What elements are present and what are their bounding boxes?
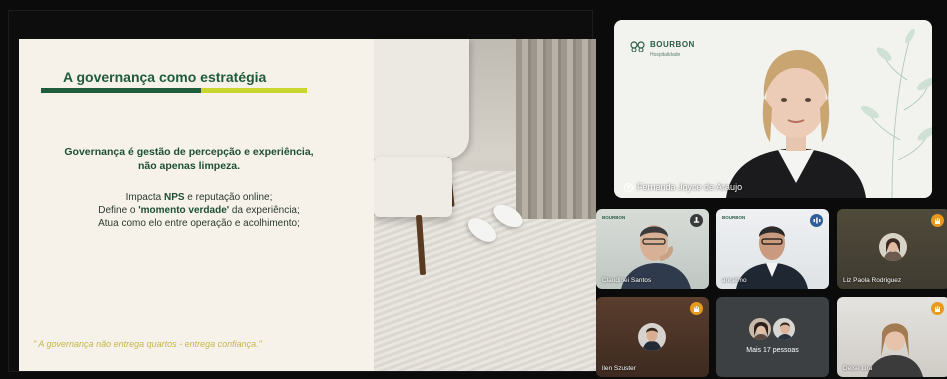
participant-name: llen Szuster [602, 365, 636, 372]
point1-prefix: Impacta [125, 192, 164, 203]
tile-audio-badge[interactable] [810, 214, 823, 227]
slide-text-panel: A governança como estratégia Governança … [19, 39, 374, 371]
tile-hand-badge[interactable] [931, 302, 944, 315]
slide-heading-line1: Governança é gestão de percepção e exper… [64, 146, 314, 158]
point2-prefix: Define o [98, 205, 139, 216]
participant-name: Claudinei Santos [602, 277, 652, 284]
participant-avatar [879, 233, 907, 261]
presentation-slide: A governança como estratégia Governança … [19, 39, 596, 371]
participant-avatar [772, 317, 796, 341]
slide-photo [374, 39, 596, 371]
slide-quote: " A governança não entrega quartos - ent… [33, 339, 262, 349]
participant-name: Liz Paola Rodriguez [843, 277, 902, 284]
pin-icon [693, 217, 700, 223]
slide-bullet-points: Impacta NPS e reputação online; Define o… [39, 191, 359, 230]
slide-point-1: Impacta NPS e reputação online; [39, 191, 359, 204]
point2-suffix: da experiência; [229, 205, 300, 216]
raised-hand-icon [935, 305, 940, 312]
photo-curtain [516, 39, 596, 219]
slide-heading: Governança é gestão de percepção e exper… [39, 145, 339, 173]
slide-point-2: Define o 'momento verdade' da experiênci… [39, 204, 359, 217]
audio-icon [813, 217, 820, 224]
brand-logo: BOURBON Hospitalidade [630, 34, 695, 58]
participant-video-avatar [867, 323, 923, 377]
screen-share-area: A governança como estratégia Governança … [8, 10, 596, 372]
participant-tile-liz[interactable]: Liz Paola Rodriguez [837, 209, 947, 289]
photo-armchair [374, 39, 469, 159]
participant-tile-deise[interactable]: Deise Lira [837, 297, 947, 377]
raised-hand-icon [694, 305, 699, 312]
more-participants-label: Mais 17 pessoas [746, 347, 799, 354]
underline-lime [200, 88, 307, 93]
participant-tile-llen[interactable]: llen Szuster [596, 297, 709, 377]
point1-suffix: e reputação online; [184, 192, 273, 203]
speaker-video-avatar [726, 50, 866, 198]
slide-point-3: Atua como elo entre operação e acolhimen… [98, 218, 300, 229]
raised-hand-icon [935, 217, 940, 224]
speaker-name-label: Fernanda Joyce de Araujo [624, 182, 742, 192]
tile-hand-badge[interactable] [690, 302, 703, 315]
participant-tile-claudinei[interactable]: BOURBON Claudinei Santos [596, 209, 709, 289]
photo-ottoman [374, 157, 452, 217]
avatar-photo [883, 238, 903, 261]
tile-pin-badge[interactable] [690, 214, 703, 227]
slide-heading-line2: não apenas limpeza. [137, 160, 241, 172]
participant-avatar [638, 323, 666, 351]
brand-name: BOURBON [650, 40, 695, 49]
avatar-photo [752, 322, 770, 340]
participant-name: Deise Lira [843, 365, 873, 372]
brand-subtitle: Hospitalidade [650, 52, 681, 58]
title-underline [41, 88, 307, 93]
point2-bold: 'momento verdade' [138, 205, 230, 216]
participant-name: ancelmo [722, 277, 747, 284]
more-participants-tile[interactable]: Mais 17 pessoas [716, 297, 829, 377]
tile-hand-badge[interactable] [931, 214, 944, 227]
active-speaker-tile[interactable]: BOURBON Hospitalidade Fernanda Joyce de … [614, 20, 932, 198]
avatar-photo [642, 327, 662, 351]
avatar-photo [776, 322, 794, 340]
speaker-name-text: Fernanda Joyce de Araujo [637, 182, 743, 192]
participant-tile-ancelmo[interactable]: BOURBON ancelmo [716, 209, 829, 289]
bourbon-logo-icon [630, 40, 645, 52]
underline-green [41, 88, 201, 93]
point1-bold: NPS [163, 192, 185, 203]
participant-avatar [748, 317, 772, 341]
pin-icon[interactable] [624, 182, 633, 192]
slide-title: A governança como estratégia [63, 69, 267, 85]
